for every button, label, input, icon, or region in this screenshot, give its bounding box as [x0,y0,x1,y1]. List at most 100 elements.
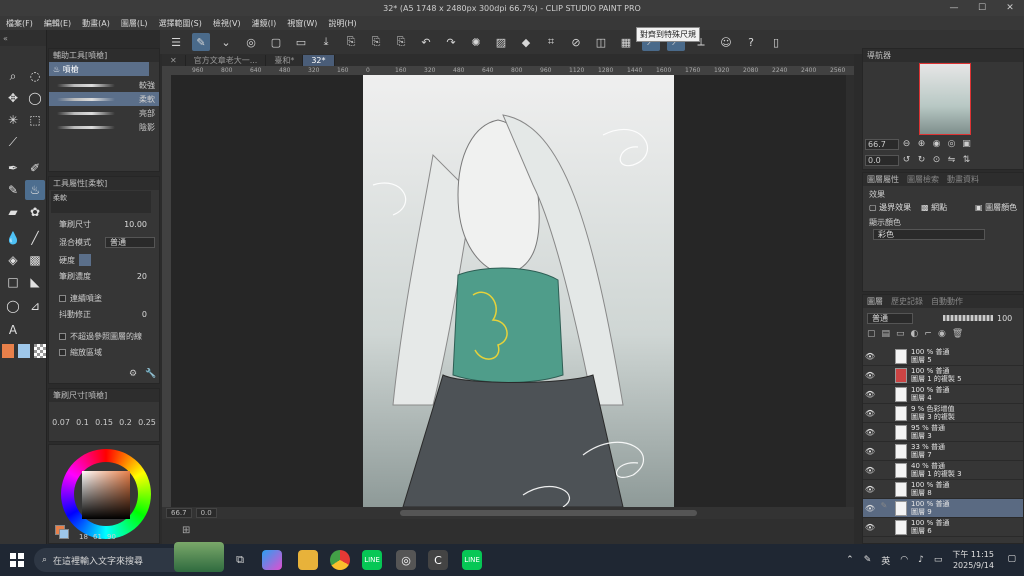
canvas-tab-active[interactable]: 32* [303,55,335,66]
tab-auto-action[interactable]: 自動動作 [931,296,963,307]
balloon-icon[interactable]: ◯ [3,296,23,316]
volume-icon[interactable]: ♪ [918,555,924,565]
layer-row[interactable]: 👁 100 % 普通 圖層 4 [863,385,1023,404]
stabilization-value[interactable]: 0 [142,310,147,319]
display-color-select[interactable]: 彩色 [873,229,985,240]
menu-view[interactable]: 檢視(V) [213,18,241,29]
saturation-value-square[interactable] [82,471,130,519]
canvas-horizontal-scrollbar[interactable] [400,510,697,516]
border-effect-button[interactable]: ▢ 邊界效果 [869,201,911,213]
ime-indicator[interactable]: 英 [881,554,890,567]
edit-lock-icon[interactable] [877,520,891,534]
task-view-icon[interactable]: ⧉ [230,550,250,570]
gradient-icon[interactable]: ▩ [25,250,45,270]
eye-icon[interactable]: 👁 [863,504,877,513]
layer-row[interactable]: 👁 100 % 普通 圖層 8 [863,480,1023,499]
eye-icon[interactable]: 👁 [863,523,877,532]
deselect-icon[interactable]: ⊘ [567,33,585,51]
canvas-tab[interactable]: 官方文章老大一... [186,55,267,66]
tab-layer-search[interactable]: 圖層檢索 [907,174,939,185]
new-file-icon[interactable]: ▢ [267,33,285,51]
fill-bucket-icon[interactable]: ◈ [3,250,23,270]
fill-icon[interactable]: ◆ [517,33,535,51]
eye-icon[interactable]: 👁 [863,409,877,418]
edit-lock-icon[interactable] [877,482,891,496]
eye-icon[interactable]: 👁 [863,371,877,380]
pen-tray-icon[interactable]: ✎ [864,555,872,565]
taskbar-search-box[interactable]: ⌕ 在這裡輸入文字來搜尋 [34,542,224,572]
flip-horizontal-icon[interactable]: ⇋ [944,155,959,165]
help-icon[interactable]: ? [742,33,760,51]
eye-icon[interactable]: 👁 [863,352,877,361]
save-icon[interactable]: ⤓ [317,33,335,51]
rotate-left-icon[interactable]: ↺ [899,155,914,165]
chevron-down-icon[interactable]: ⌄ [217,33,235,51]
eye-icon[interactable]: 👁 [863,447,877,456]
layer-color-button[interactable]: ▣ 圖層顏色 [975,201,1017,213]
brush-size-preset[interactable]: 0.07 [52,418,70,427]
brush-size-preset[interactable]: 0.25 [138,418,156,427]
navigator-preview[interactable] [919,63,971,135]
eye-icon[interactable]: 👁 [863,485,877,494]
screentone-button[interactable]: ▩ 網點 [921,201,947,213]
canvas-tab[interactable]: 臺和* [266,55,304,66]
undo-icon[interactable]: ↶ [417,33,435,51]
edit-lock-icon[interactable] [877,406,891,420]
canvas-zoom-value[interactable]: 66.7 [166,508,192,518]
menu-file[interactable]: 檔案(F) [6,18,33,29]
reference-icon[interactable]: ◉ [938,329,952,339]
canvas-rotation-value[interactable]: 0.0 [195,508,217,518]
notification-icon[interactable]: ▢ [1007,554,1016,564]
brush-size-preset[interactable]: 0.1 [76,418,89,427]
loading-icon[interactable]: ✺ [467,33,485,51]
brush-item-shadow[interactable]: 陰影 [49,120,159,134]
auto-select-icon[interactable]: ✳ [3,110,23,130]
transparent-color-swatch[interactable] [34,344,46,358]
layer-row[interactable]: 👁 ✎ 100 % 普通 圖層 9 [863,499,1023,518]
main-color-swatch[interactable] [2,344,14,358]
figure-icon[interactable]: □ [3,272,23,292]
maximize-button[interactable]: ☐ [968,0,996,16]
open-folder-icon[interactable]: ▭ [292,33,310,51]
brush-tool-icon[interactable]: ✎ [192,33,210,51]
fit-window-icon[interactable]: ▣ [959,139,974,149]
zoom-in-icon[interactable]: ⊕ [914,139,929,149]
correct-line-icon[interactable]: ⊿ [25,296,45,316]
layer-row[interactable]: 👁 100 % 普通 圖層 5 [863,347,1023,366]
no-ref-layer-checkbox[interactable] [59,332,66,340]
export-2-icon[interactable]: ⎘ [367,33,385,51]
hsv-s-value[interactable]: 61 [93,533,102,541]
brush-item-strong[interactable]: 較強 [49,78,159,92]
device-icon[interactable]: ▯ [767,33,785,51]
tab-layers[interactable]: 圖層 [867,296,883,307]
rotate-right-icon[interactable]: ↻ [914,155,929,165]
sub-color-indicator[interactable] [59,529,69,539]
line-icon[interactable]: ╱ [25,228,45,248]
layer-row[interactable]: 👁 100 % 普通 圖層 6 [863,518,1023,537]
fill-area-checkbox[interactable] [59,348,66,356]
layer-opacity-slider[interactable] [943,315,993,321]
decoration-icon[interactable]: ✿ [25,202,45,222]
canvas-vertical-scrollbar[interactable] [846,75,854,507]
delete-layer-icon[interactable]: 🗑 [952,329,969,339]
crop-icon[interactable]: ⌗ [542,33,560,51]
layer-row[interactable]: 👁 9 % 色彩增值 圖層 3 的複製 [863,404,1023,423]
wrench-icon[interactable]: 🔧 [145,369,156,379]
eye-icon[interactable]: 👁 [863,390,877,399]
eyedropper-icon[interactable]: ⟋ [3,132,23,152]
menu-layer[interactable]: 圖層(L) [121,18,148,29]
brush-item-soft[interactable]: 柔軟 [49,92,159,106]
hsv-v-value[interactable]: 90 [107,533,116,541]
menu-help[interactable]: 說明(H) [328,18,356,29]
menu-filter[interactable]: 濾鏡(I) [252,18,277,29]
pencil-icon[interactable]: ✐ [25,158,45,178]
continuous-spray-checkbox[interactable] [59,294,66,302]
selection-icon[interactable]: ▦ [617,33,635,51]
clear-icon[interactable]: ▨ [492,33,510,51]
hardness-swatch[interactable] [79,254,91,266]
eraser-icon[interactable]: ▰ [3,202,23,222]
eye-icon[interactable]: 👁 [863,466,877,475]
brush-icon[interactable]: ✎ [3,180,23,200]
edit-lock-icon[interactable] [877,349,891,363]
pen-icon[interactable]: ✒ [3,158,23,178]
